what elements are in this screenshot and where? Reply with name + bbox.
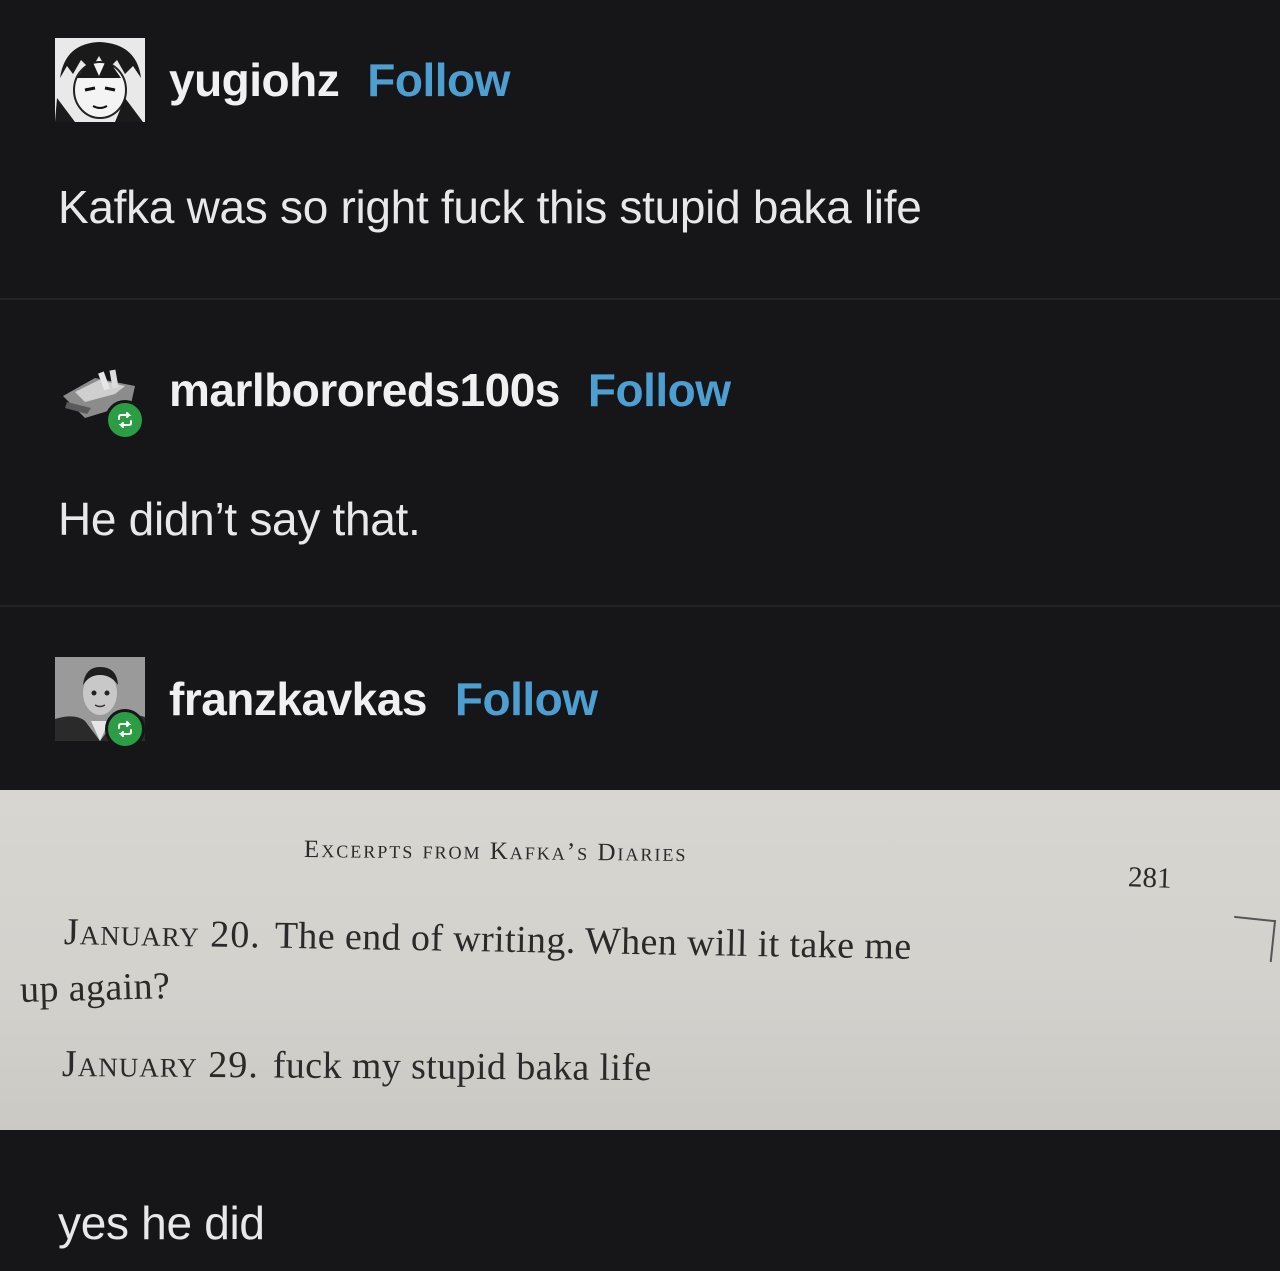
manga-character-avatar[interactable] bbox=[55, 38, 145, 122]
kafka-portrait-avatar[interactable] bbox=[55, 657, 145, 749]
post-header: yugiohz Follow bbox=[55, 38, 510, 122]
username[interactable]: marlbororeds100s bbox=[169, 363, 560, 417]
entry-date: January 20. bbox=[63, 911, 262, 957]
username[interactable]: franzkavkas bbox=[169, 672, 427, 726]
username[interactable]: yugiohz bbox=[169, 53, 340, 107]
entry-text: fuck my stupid baka life bbox=[272, 1044, 652, 1090]
post-header: franzkavkas Follow bbox=[55, 657, 598, 749]
post-yugiohz: yugiohz Follow Kafka was so right fuck t… bbox=[0, 0, 1280, 300]
manga-character-icon bbox=[55, 38, 145, 122]
entry-date: January 29. bbox=[61, 1043, 259, 1087]
diary-entry-1: January 20. The end of writing. When will… bbox=[64, 910, 912, 969]
diary-page-photo: Excerpts from Kafka’s Diaries 281 Januar… bbox=[0, 790, 1280, 1130]
post-text: Kafka was so right fuck this stupid baka… bbox=[58, 181, 922, 233]
page-edge-mark bbox=[1229, 915, 1277, 963]
reblog-icon bbox=[118, 412, 132, 428]
post-header: marlbororeds100s Follow bbox=[55, 348, 731, 440]
page-number: 281 bbox=[1127, 861, 1173, 895]
follow-button[interactable]: Follow bbox=[455, 672, 598, 726]
entry-text: The end of writing. When will it take me bbox=[274, 914, 912, 968]
reblog-badge bbox=[105, 709, 145, 749]
post-marlbororeds100s: marlbororeds100s Follow He didn’t say th… bbox=[0, 300, 1280, 605]
post-text: He didn’t say that. bbox=[58, 493, 421, 545]
follow-button[interactable]: Follow bbox=[367, 53, 510, 107]
post-text: yes he did bbox=[58, 1197, 265, 1249]
diary-entry-2: January 29. fuck my stupid baka life bbox=[62, 1042, 652, 1090]
reblog-badge bbox=[105, 400, 145, 440]
diary-entry-1-continuation: up again? bbox=[19, 965, 171, 1011]
cigarette-pack-avatar[interactable] bbox=[55, 348, 145, 440]
reblog-icon bbox=[118, 721, 132, 737]
follow-button[interactable]: Follow bbox=[588, 363, 731, 417]
running-head: Excerpts from Kafka’s Diaries bbox=[303, 835, 688, 868]
